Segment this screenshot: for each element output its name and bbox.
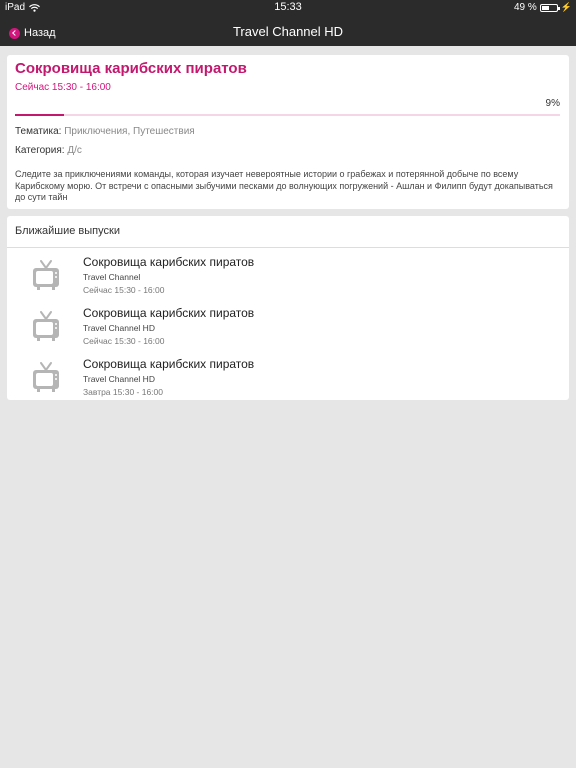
battery-level xyxy=(541,5,549,10)
divider xyxy=(7,247,569,248)
tv-icon xyxy=(33,311,59,341)
broadcast-time: Сейчас 15:30 - 16:00 xyxy=(83,336,165,346)
broadcast-channel: Travel Channel HD xyxy=(83,323,155,333)
theme-label: Тематика: xyxy=(15,126,62,137)
progress-fill xyxy=(15,114,65,116)
upcoming-title: Ближайшие выпуски xyxy=(15,225,120,237)
broadcast-time: Сейчас 15:30 - 16:00 xyxy=(83,285,165,295)
broadcast-channel: Travel Channel xyxy=(83,272,141,282)
status-right: 49 % ⚡ xyxy=(514,2,572,13)
theme-row: Тематика: Приключения, Путешествия xyxy=(15,126,195,137)
tv-icon xyxy=(33,260,59,290)
progress-percent: 9% xyxy=(545,98,560,109)
program-time: Сейчас 15:30 - 16:00 xyxy=(15,82,111,93)
program-card: Сокровища карибских пиратов Сейчас 15:30… xyxy=(7,55,569,209)
category-label: Категория: xyxy=(15,145,65,156)
broadcast-item[interactable]: Сокровища карибских пиратов Travel Chann… xyxy=(7,304,569,352)
category-value: Д/с xyxy=(67,145,82,156)
broadcast-item[interactable]: Сокровища карибских пиратов Travel Chann… xyxy=(7,253,569,301)
broadcast-time: Завтра 15:30 - 16:00 xyxy=(83,387,163,397)
broadcast-item[interactable]: Сокровища карибских пиратов Travel Chann… xyxy=(7,355,569,403)
battery-icon xyxy=(539,3,560,12)
nav-title: Travel Channel HD xyxy=(232,24,344,39)
tv-icon xyxy=(33,362,59,392)
category-row: Категория: Д/с xyxy=(15,145,82,156)
progress-bar xyxy=(15,114,560,116)
charging-icon: ⚡ xyxy=(560,2,572,12)
broadcast-title: Сокровища карибских пиратов xyxy=(83,306,255,320)
program-title: Сокровища карибских пиратов xyxy=(15,60,247,77)
program-description: Следите за приключениями команды, котора… xyxy=(15,169,553,202)
broadcast-title: Сокровища карибских пиратов xyxy=(83,357,255,371)
theme-value: Приключения, Путешествия xyxy=(64,126,195,137)
broadcast-channel: Travel Channel HD xyxy=(83,374,155,384)
broadcast-title: Сокровища карибских пиратов xyxy=(83,255,255,269)
top-bar: iPad 15:33 49 % ⚡ Назад Travel Channel H… xyxy=(0,0,576,46)
upcoming-card: Ближайшие выпуски Сокровища карибских пи… xyxy=(7,216,569,400)
status-time: 15:33 xyxy=(274,1,302,13)
battery-percent: 49 % xyxy=(513,2,537,13)
